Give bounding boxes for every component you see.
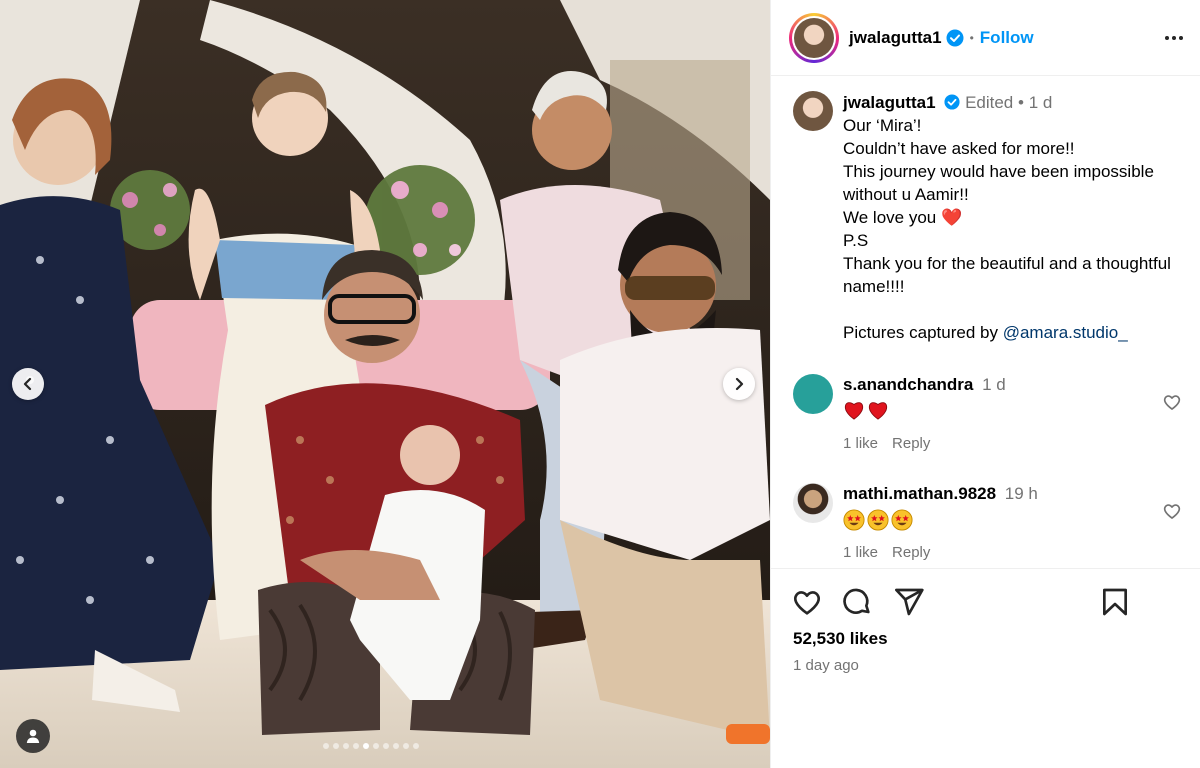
caption-header: jwalagutta1 Edited • 1 d [843,91,1184,114]
save-icon[interactable] [1099,586,1131,618]
header-separator: • [969,30,974,45]
avatar-frame [792,15,836,60]
comment-item: mathi.mathan.9828 19 h 🤩🤩🤩 [793,483,1184,561]
instagram-post: jwalagutta1 • Follow jwalagutta1 Edited … [0,0,1200,768]
red-heart-emoji-icon [868,402,888,420]
star-struck-emoji-icon [843,509,865,531]
commenter-avatar[interactable] [793,374,833,414]
comment-time[interactable]: 1 d [982,375,1006,394]
more-options-icon[interactable] [1162,26,1186,50]
next-photo-button[interactable] [723,368,755,400]
profile-avatar[interactable] [789,12,839,63]
previous-photo-button[interactable] [12,368,44,400]
post-header: jwalagutta1 • Follow [771,0,1200,76]
comment-username[interactable]: mathi.mathan.9828 [843,484,996,503]
comment-meta: 1 like Reply [843,435,1184,452]
user-tag-icon [26,729,40,743]
star-struck-emoji-icon [867,509,889,531]
comment-like-count[interactable]: 1 like [843,544,878,561]
comment-meta: 1 like Reply [843,544,1184,561]
credit-mention-link[interactable]: @amara.studio_ [1003,323,1128,342]
comment-body: mathi.mathan.9828 19 h 🤩🤩🤩 [843,483,1184,561]
likes-count[interactable]: 52,530 likes [793,629,888,649]
heart-icon[interactable] [1162,501,1182,521]
carousel-dot [353,743,359,749]
photo-credit: Pictures captured by @amara.studio_ [843,321,1184,344]
commenter-avatar[interactable] [793,483,833,523]
post-details-panel: jwalagutta1 • Follow jwalagutta1 Edited … [770,0,1200,768]
carousel-dot [373,743,379,749]
verified-badge-icon [946,29,964,46]
carousel-dot [323,743,329,749]
share-icon[interactable] [893,586,925,618]
comments-section: jwalagutta1 Edited • 1 d Our ‘Mira’! Cou… [771,76,1200,568]
verified-badge-icon [944,94,960,110]
post-photo [0,0,770,768]
comment-text: ❤️❤️ [843,400,1184,422]
carousel-dot [403,743,409,749]
follow-button[interactable]: Follow [980,28,1034,48]
carousel-dot [413,743,419,749]
avatar-image [794,17,834,58]
caption-username[interactable]: jwalagutta1 [843,93,936,112]
carousel-dot [363,743,369,749]
reply-button[interactable]: Reply [892,544,930,561]
post-caption: jwalagutta1 Edited • 1 d Our ‘Mira’! Cou… [771,76,1200,344]
carousel-dot [393,743,399,749]
caption-body: jwalagutta1 Edited • 1 d Our ‘Mira’! Cou… [843,91,1184,344]
carousel-indicator [323,743,419,749]
family-photo-illustration [0,0,770,768]
chevron-left-icon [23,377,32,391]
comment-text: 🤩🤩🤩 [843,509,1184,531]
caption-time[interactable]: 1 d [1029,93,1053,112]
comment-time[interactable]: 19 h [1005,484,1038,503]
star-struck-emoji-icon [891,509,913,531]
caption-avatar[interactable] [793,91,833,131]
reply-button[interactable]: Reply [892,435,930,452]
comment-username[interactable]: s.anandchandra [843,375,973,394]
chevron-right-icon [735,377,744,391]
comment-header: mathi.mathan.9828 19 h [843,483,1184,505]
comment-item: s.anandchandra 1 d ❤️❤️ 1 like [793,374,1184,452]
header-username[interactable]: jwalagutta1 [849,28,942,48]
tagged-users-button[interactable] [16,719,50,753]
comment-icon[interactable] [841,586,873,618]
caption-separator: • [1018,93,1029,112]
caption-text: Our ‘Mira’! Couldn’t have asked for more… [843,116,1171,296]
post-timestamp[interactable]: 1 day ago [793,657,859,674]
red-heart-emoji-icon [844,402,864,420]
heart-icon[interactable] [791,586,823,618]
heart-icon[interactable] [1162,392,1182,412]
credit-prefix: Pictures captured by [843,323,1003,342]
carousel-dot [343,743,349,749]
post-actions: 52,530 likes 1 day ago [771,568,1200,768]
edited-label: Edited [965,93,1014,112]
comment-like-count[interactable]: 1 like [843,435,878,452]
carousel-dot [333,743,339,749]
carousel-dot [383,743,389,749]
comment-header: s.anandchandra 1 d [843,374,1184,396]
comment-body: s.anandchandra 1 d ❤️❤️ 1 like [843,374,1184,452]
